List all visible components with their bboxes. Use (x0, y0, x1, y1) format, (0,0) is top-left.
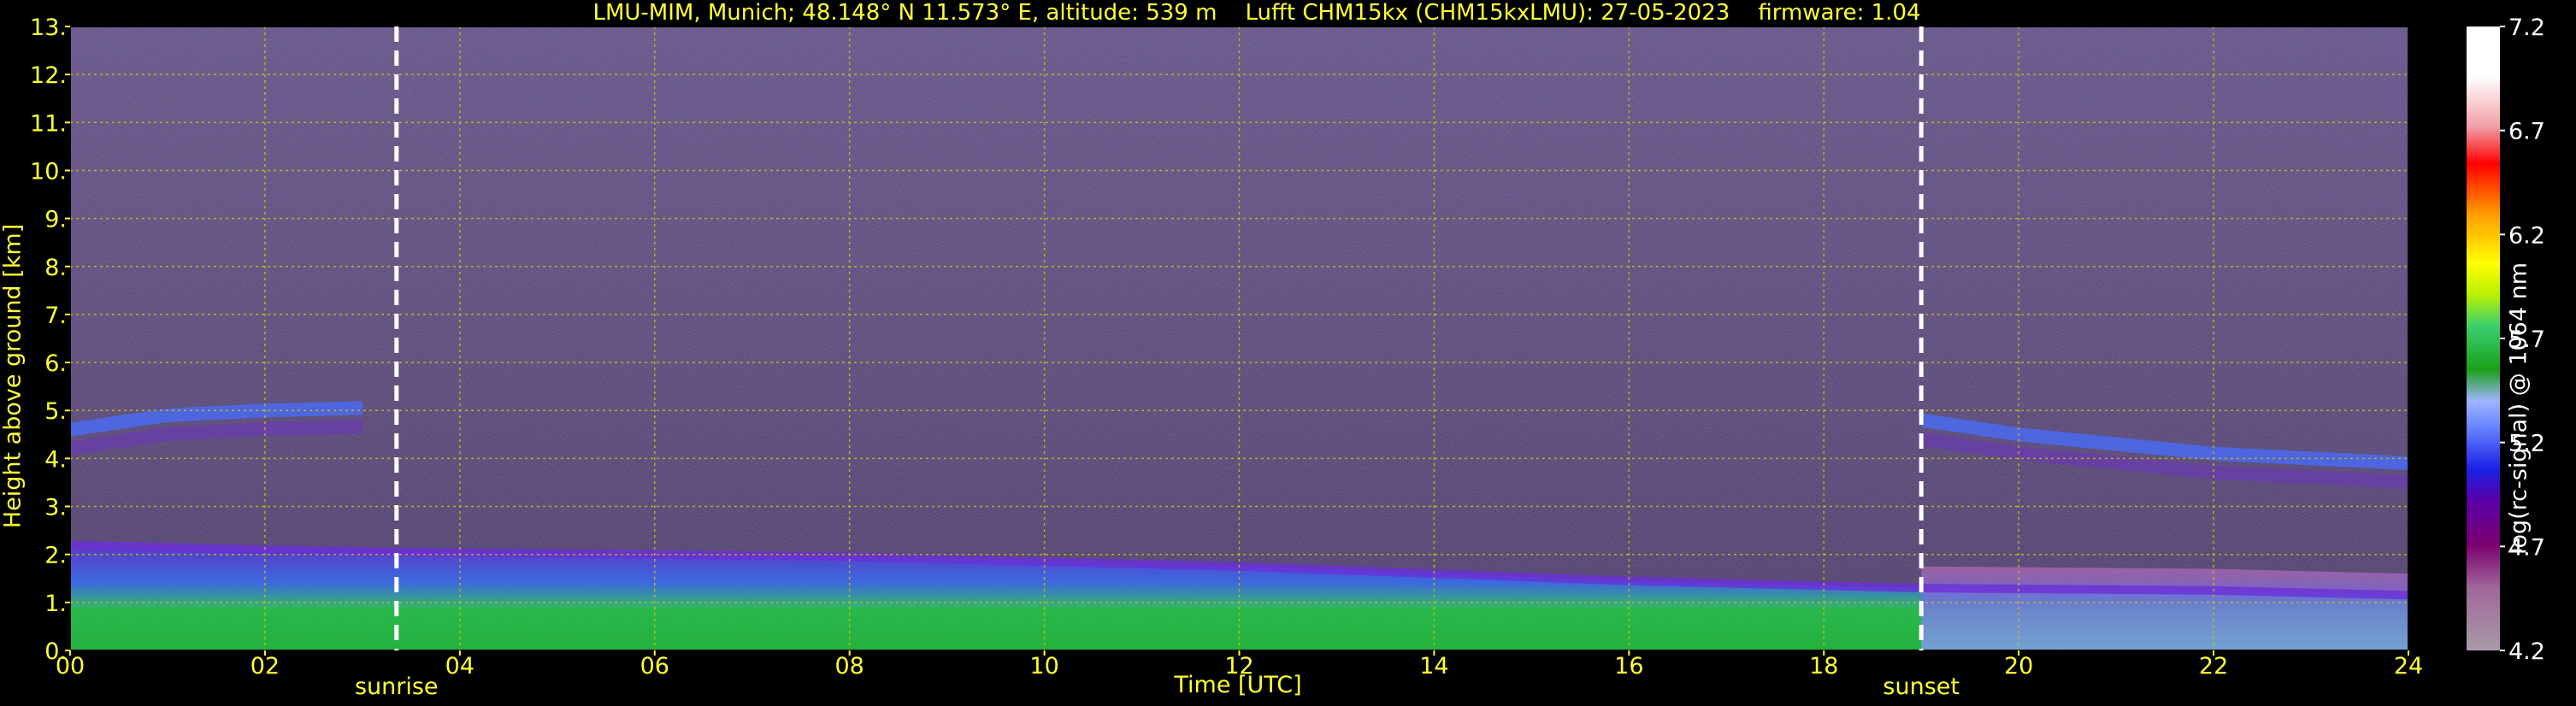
x-axis-label: Time [UTC] (1174, 672, 1302, 698)
y-tick-label: 5. (44, 398, 67, 425)
y-tick-label: 13. (30, 15, 67, 41)
y-tick-label: 0. (44, 638, 67, 665)
x-tick-label: 18 (1809, 653, 1838, 680)
y-axis-label: Height above ground [km] (0, 223, 27, 529)
x-tick-label: 16 (1614, 653, 1643, 680)
sunset-label: sunset (1883, 674, 1960, 700)
x-tick-label: 10 (1029, 653, 1058, 680)
y-tick-label: 11. (30, 110, 67, 137)
y-tick-label: 1. (44, 591, 67, 617)
x-tick-label: 08 (834, 653, 864, 680)
colorbar-tick-label: 6.7 (2508, 119, 2545, 145)
x-tick-label: 14 (1419, 653, 1448, 680)
y-tick-label: 10. (30, 158, 67, 185)
colorbar-tick-label: 6.2 (2508, 222, 2545, 249)
y-tick-label: 3. (44, 495, 67, 521)
sunrise-label: sunrise (355, 674, 439, 700)
colorbar-tick-label: 4.2 (2508, 638, 2545, 665)
ceilometer-plot: sunrise sunset 00 02 04 06 08 10 12 14 16 18 20 22 24… (30, 15, 2545, 700)
colorbar-scale (2467, 26, 2500, 650)
x-tick-label: 06 (640, 653, 669, 680)
y-tick-label: 12. (30, 62, 67, 89)
y-axis-ticks: 0. 1. 2. 3. 4. 5. 6. 7. 8. 9. 10. 11. 12. 13. (30, 15, 70, 665)
y-tick-label: 8. (44, 255, 67, 281)
x-tick-label: 20 (2004, 653, 2033, 680)
y-tick-label: 6. (44, 350, 67, 377)
surface-layer (70, 607, 1922, 650)
y-tick-label: 9. (44, 207, 67, 233)
x-tick-label: 04 (445, 653, 475, 680)
colorbar-tick-label: 7.2 (2508, 15, 2545, 41)
x-tick-label: 02 (251, 653, 280, 680)
x-tick-label: 24 (2394, 653, 2423, 680)
y-tick-label: 7. (44, 303, 67, 329)
x-tick-label: 22 (2199, 653, 2228, 680)
colorbar-label: log(rc-signal) @ 1064 nm (2505, 262, 2532, 556)
evening-residual-layer (1921, 566, 2408, 650)
y-tick-label: 2. (44, 543, 67, 569)
y-tick-label: 4. (44, 446, 67, 473)
